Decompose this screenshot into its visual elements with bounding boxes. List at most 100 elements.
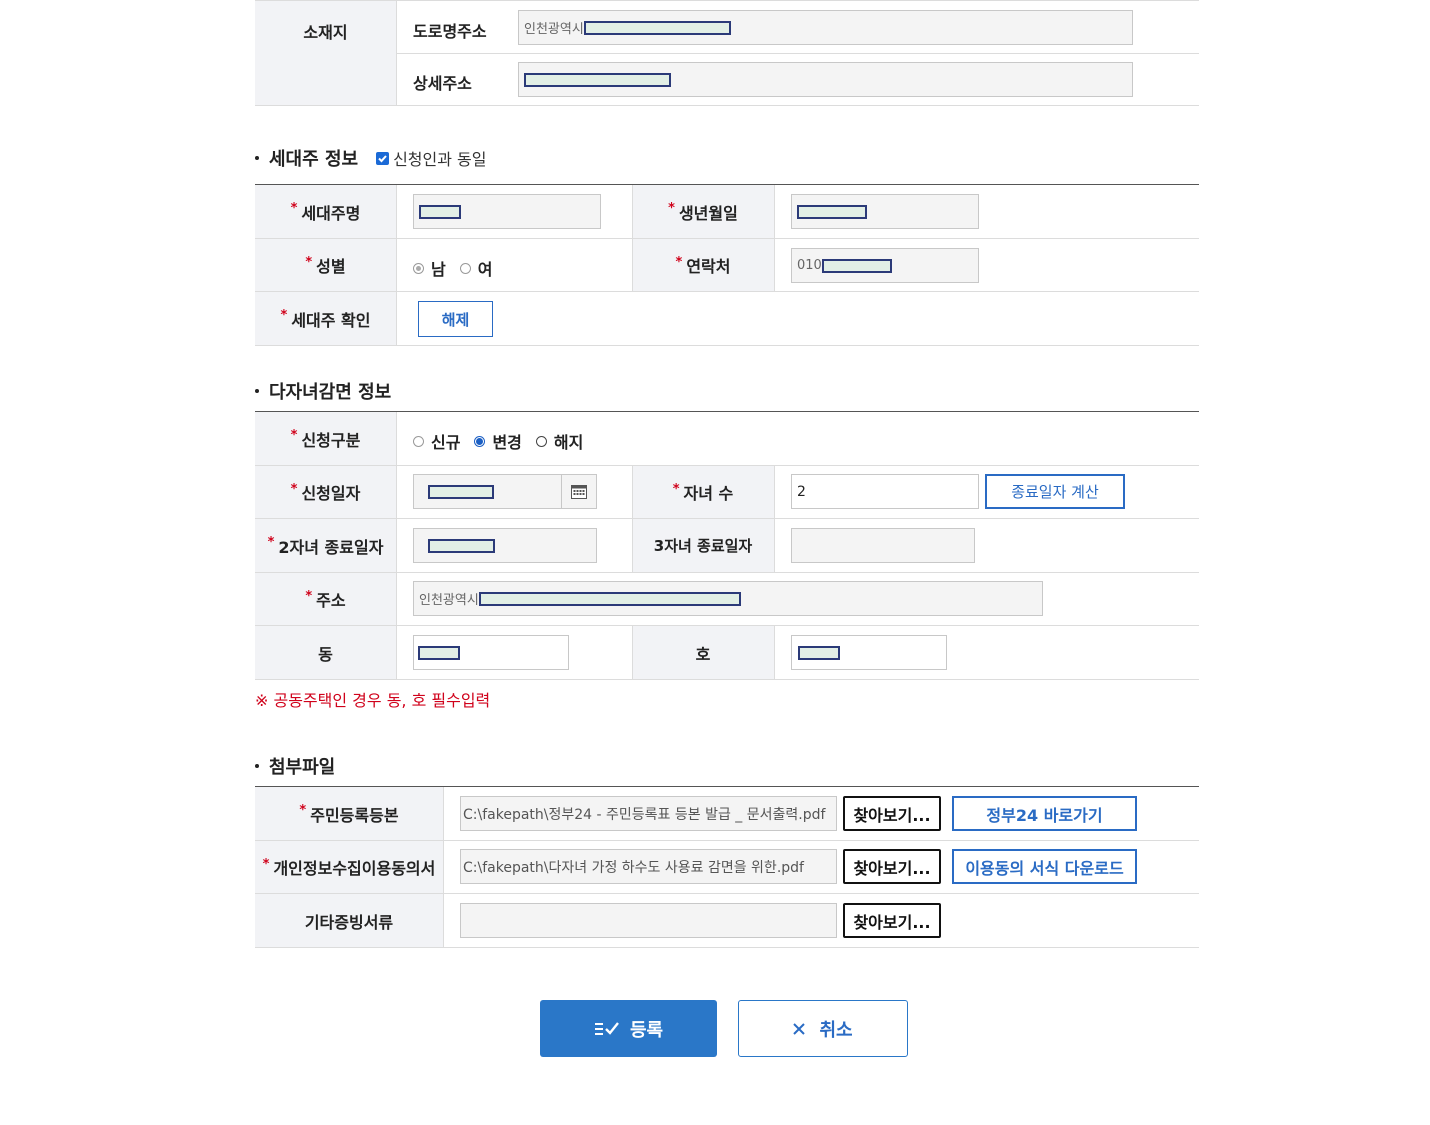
- required-mark: *: [262, 856, 270, 872]
- release-button[interactable]: 해제: [418, 301, 493, 337]
- householder-name-input[interactable]: [413, 194, 601, 229]
- radio-icon: [459, 262, 471, 274]
- required-mark: *: [668, 201, 675, 216]
- location-label-text: 소재지: [303, 23, 348, 42]
- redacted-field: [428, 538, 495, 553]
- householder-section-title: 세대주 정보 신청인과 동일: [255, 145, 486, 171]
- contact-label: * 연락처: [632, 239, 774, 291]
- detail-address-input[interactable]: [518, 62, 1133, 97]
- cancel-button-label: 취소: [819, 1019, 853, 1041]
- discount-section-title-text: 다자녀감면 정보: [269, 382, 392, 403]
- third-child-end-date-label: 3자녀 종료일자: [632, 519, 774, 572]
- privacy-consent-label: * 개인정보수집이용동의서: [255, 841, 443, 893]
- radio-icon: [413, 435, 424, 447]
- apply-type-cancel-radio[interactable]: 해지: [535, 429, 584, 453]
- required-mark: *: [305, 254, 313, 270]
- required-mark: *: [290, 481, 298, 497]
- householder-name-label: * 세대주명: [255, 185, 396, 238]
- other-documents-file-input[interactable]: [460, 903, 837, 938]
- apply-type-change-radio[interactable]: 변경: [474, 429, 522, 453]
- calendar-icon: [571, 485, 587, 499]
- road-address-input[interactable]: 인천광역시: [518, 10, 1133, 45]
- birth-date-label-text: 생년월일: [678, 203, 738, 223]
- gender-label-text: 성별: [316, 257, 346, 276]
- resident-registration-label: * 주민등록등본: [255, 787, 443, 840]
- cancel-button[interactable]: 취소: [738, 1000, 908, 1057]
- contact-input[interactable]: 010: [791, 248, 979, 283]
- privacy-consent-file-input[interactable]: C:\fakepath\다자녀 가정 하수도 사용료 감면을 위한.pdf: [460, 849, 837, 884]
- dong-label-text: 동: [318, 644, 333, 664]
- redacted-field: [418, 645, 460, 660]
- apply-type-cancel-label: 해지: [553, 433, 584, 452]
- bullet-icon: [255, 156, 259, 160]
- resident-registration-browse-button[interactable]: 찾아보기...: [843, 796, 941, 831]
- apply-type-change-label: 변경: [492, 433, 522, 452]
- required-mark: *: [290, 201, 298, 216]
- checklist-icon: [594, 1021, 619, 1035]
- gender-female-radio[interactable]: 여: [459, 256, 492, 280]
- householder-confirm-label: * 세대주 확인: [255, 292, 396, 345]
- other-documents-browse-button[interactable]: 찾아보기...: [843, 903, 941, 938]
- redacted-field: [797, 204, 867, 219]
- resident-registration-file-input[interactable]: C:\fakepath\정부24 - 주민등록표 등본 발급 _ 문서출력.pd…: [460, 796, 837, 831]
- checkbox-checked-icon: [376, 151, 390, 165]
- birth-date-input[interactable]: [791, 194, 979, 229]
- register-button[interactable]: 등록: [540, 1000, 717, 1057]
- bullet-icon: [255, 764, 259, 768]
- children-count-label: * 자녀 수: [632, 466, 774, 518]
- second-child-end-date-input[interactable]: [413, 528, 597, 563]
- apply-type-radio-group: 신규 변경 해지: [413, 429, 597, 453]
- privacy-consent-label-text: 개인정보수집이용동의서: [273, 859, 436, 878]
- second-child-end-date-label: * 2자녀 종료일자: [255, 519, 396, 572]
- required-mark: *: [290, 428, 298, 443]
- radio-checked-icon: [413, 262, 424, 274]
- redacted-field: [419, 204, 461, 219]
- attachments-section-title: 첨부파일: [255, 753, 335, 779]
- redacted-field: [583, 20, 731, 35]
- redacted-field: [428, 484, 494, 499]
- contact-label-text: 연락처: [686, 257, 731, 276]
- gender-male-radio[interactable]: 남: [413, 256, 446, 280]
- other-documents-label: 기타증빙서류: [255, 894, 443, 947]
- required-mark: *: [675, 254, 683, 270]
- apply-date-label-text: 신청일자: [301, 484, 361, 503]
- calc-end-date-button[interactable]: 종료일자 계산: [985, 474, 1125, 509]
- householder-confirm-label-text: 세대주 확인: [291, 310, 371, 330]
- apply-type-new-label: 신규: [431, 433, 461, 452]
- bullet-icon: [255, 389, 259, 393]
- dong-input[interactable]: [413, 635, 569, 670]
- location-label: 소재지: [255, 1, 396, 105]
- apply-date-input[interactable]: [413, 474, 562, 509]
- other-documents-label-text: 기타증빙서류: [304, 912, 394, 932]
- radio-icon: [535, 435, 547, 447]
- householder-name-label-text: 세대주명: [301, 203, 361, 223]
- road-address-label: 도로명주소: [413, 22, 487, 41]
- third-child-end-date-input[interactable]: [791, 528, 975, 563]
- same-as-applicant-checkbox[interactable]: 신청인과 동일: [376, 146, 486, 170]
- apply-type-label-text: 신청구분: [301, 430, 361, 450]
- privacy-consent-browse-button[interactable]: 찾아보기...: [843, 849, 941, 884]
- address-label-text: 주소: [316, 591, 346, 610]
- children-count-input[interactable]: 2: [791, 474, 979, 509]
- dong-label: 동: [255, 626, 396, 679]
- gov24-link-button[interactable]: 정부24 바로가기: [952, 796, 1137, 831]
- address-input[interactable]: 인천광역시: [413, 581, 1043, 616]
- same-as-applicant-label: 신청인과 동일: [393, 150, 487, 169]
- gender-radio-group: 남 여: [413, 256, 506, 280]
- redacted-field: [524, 72, 671, 87]
- radio-checked-icon: [474, 435, 486, 447]
- redacted-field: [478, 591, 741, 606]
- ho-input[interactable]: [791, 635, 947, 670]
- discount-section-title: 다자녀감면 정보: [255, 378, 391, 404]
- redacted-field: [821, 258, 892, 273]
- third-child-end-date-label-text: 3자녀 종료일자: [653, 537, 753, 555]
- consent-form-download-button[interactable]: 이용동의 서식 다운로드: [952, 849, 1137, 884]
- calendar-button[interactable]: [561, 474, 597, 509]
- address-label: * 주소: [255, 573, 396, 625]
- ho-label-text: 호: [695, 644, 711, 664]
- apply-type-new-radio[interactable]: 신규: [413, 429, 460, 453]
- register-button-label: 등록: [629, 1019, 664, 1041]
- apartment-notice: ※ 공동주택인 경우 동, 호 필수입력: [255, 691, 491, 710]
- address-value: 인천광역시: [419, 593, 479, 608]
- ho-label: 호: [632, 626, 774, 679]
